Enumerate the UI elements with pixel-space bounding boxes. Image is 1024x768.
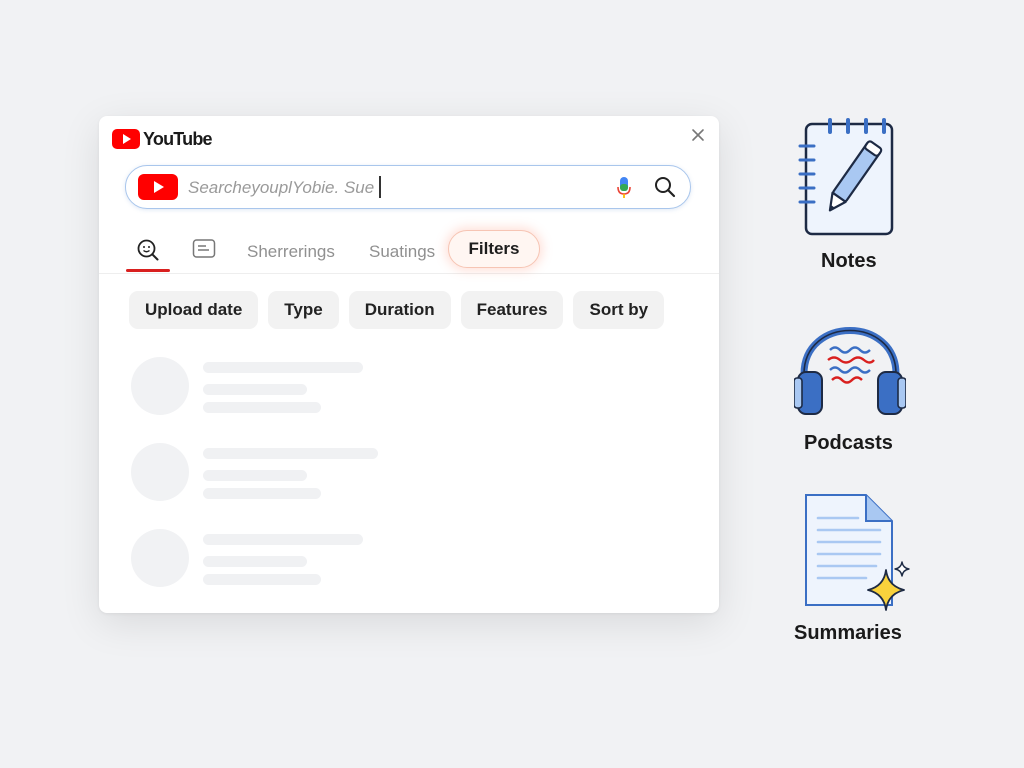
side-item-notes: Notes <box>796 116 896 272</box>
chip-upload-date[interactable]: Upload date <box>129 291 259 329</box>
list-icon[interactable] <box>192 238 216 260</box>
skeleton-line <box>203 556 307 567</box>
tab-filters[interactable]: Filters <box>448 230 540 268</box>
tab-sherrerings[interactable]: Sherrerings <box>247 242 335 262</box>
search-input[interactable] <box>188 178 488 198</box>
text-caret <box>379 176 381 198</box>
skeleton-line <box>203 384 307 395</box>
headphones-icon <box>793 327 907 415</box>
tab-suatings[interactable]: Suatings <box>369 242 435 262</box>
youtube-search-panel: YouTube SearcheyouplYobie. Sue Sherrerin… <box>99 116 719 613</box>
skeleton-avatar <box>131 443 189 501</box>
search-icon[interactable] <box>653 175 677 199</box>
youtube-play-icon <box>112 129 140 149</box>
side-item-summaries: Summaries <box>794 492 912 644</box>
skeleton-line <box>203 448 378 459</box>
brand-name: YouTube <box>143 128 213 149</box>
skeleton-line <box>203 488 321 499</box>
skeleton-avatar <box>131 529 189 587</box>
chip-type[interactable]: Type <box>268 291 339 329</box>
chip-sort-by[interactable]: Sort by <box>573 291 665 329</box>
filter-chips: Upload date Type Duration Features Sort … <box>129 291 665 329</box>
youtube-logo[interactable]: YouTube <box>112 128 213 150</box>
document-sparkle-icon <box>805 494 910 611</box>
chip-features[interactable]: Features <box>460 291 564 329</box>
side-label-podcasts: Podcasts <box>804 432 893 454</box>
skeleton-line <box>203 470 307 481</box>
active-tab-indicator <box>126 269 170 272</box>
close-icon[interactable] <box>689 126 707 144</box>
skeleton-line <box>203 574 321 585</box>
search-face-icon[interactable] <box>136 238 160 262</box>
tab-bar: Sherrerings Suatings Filters <box>99 228 719 274</box>
side-label-notes: Notes <box>821 250 877 272</box>
youtube-play-icon <box>138 174 178 200</box>
side-item-podcasts: Podcasts <box>793 310 907 454</box>
microphone-icon[interactable] <box>616 176 632 200</box>
notebook-pencil-icon <box>798 118 894 236</box>
search-bar[interactable] <box>125 165 691 209</box>
skeleton-line <box>203 362 363 373</box>
skeleton-avatar <box>131 357 189 415</box>
side-label-summaries: Summaries <box>794 622 902 644</box>
skeleton-line <box>203 534 363 545</box>
skeleton-line <box>203 402 321 413</box>
chip-duration[interactable]: Duration <box>348 291 451 329</box>
